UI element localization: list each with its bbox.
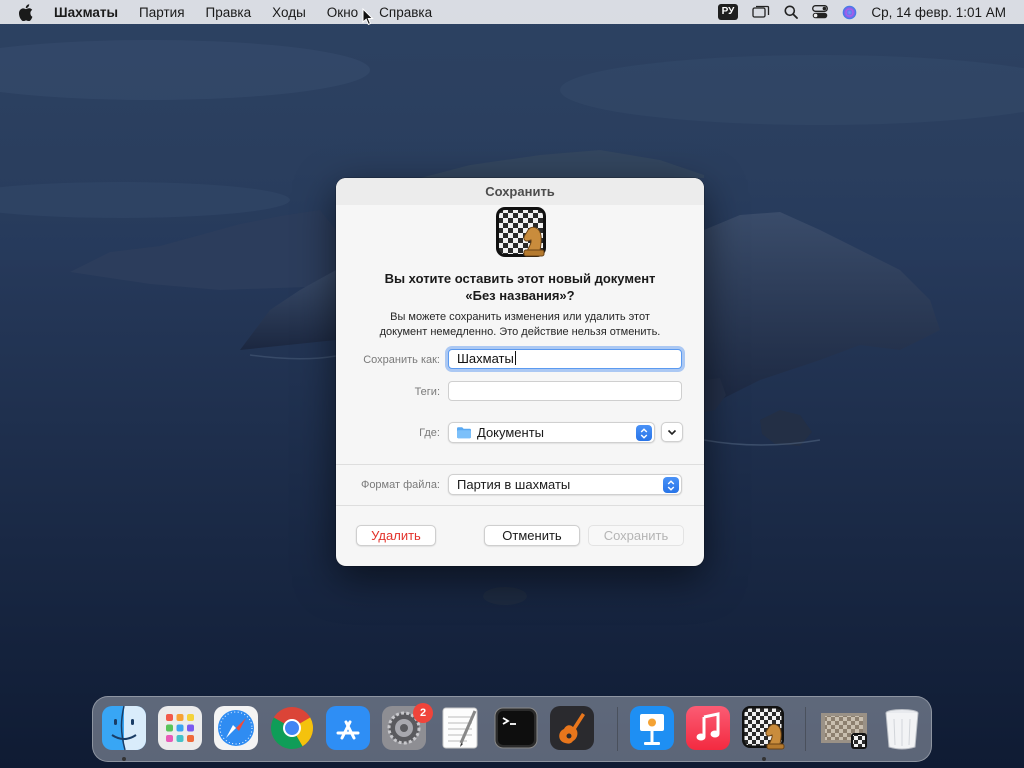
where-popup[interactable]: Документы (448, 422, 655, 443)
launchpad-icon[interactable] (157, 705, 203, 751)
folder-icon (456, 426, 472, 439)
menu-help[interactable]: Справка (379, 5, 432, 20)
file-format-label: Формат файла: (360, 479, 440, 491)
message-line-1: Вы можете сохранить изменения или удалит… (390, 311, 650, 323)
tags-label: Теги: (414, 386, 440, 398)
textedit-icon[interactable] (437, 705, 483, 751)
save-as-label: Сохранить как: (363, 354, 440, 366)
dialog-title: Сохранить (336, 178, 704, 205)
file-format-popup[interactable]: Партия в шахматы (448, 474, 682, 495)
tags-input[interactable] (448, 381, 682, 401)
menu-bar: Шахматы Партия Правка Ходы Окно Справка … (0, 0, 1024, 24)
finder-icon[interactable] (101, 705, 147, 751)
dialog-headline: Вы хотите оставить этот новый документ «… (356, 270, 684, 304)
spotlight-search-icon[interactable] (784, 5, 799, 19)
save-as-value: Шахматы (457, 351, 514, 366)
dock-separator (805, 707, 806, 751)
delete-button[interactable]: Удалить (356, 525, 436, 546)
garageband-icon[interactable] (549, 705, 595, 751)
menu-game[interactable]: Партия (139, 5, 184, 20)
running-indicator (122, 757, 126, 761)
running-indicator (762, 757, 766, 761)
chevron-down-icon (667, 429, 677, 436)
popup-stepper-icon (636, 425, 652, 441)
headline-line-2: «Без названия»? (465, 288, 575, 303)
headline-line-1: Вы хотите оставить этот новый документ (384, 271, 656, 286)
safari-icon[interactable] (213, 705, 259, 751)
apple-menu-icon[interactable] (18, 3, 38, 21)
save-dialog: Сохранить Вы хотите оставить этот новый … (336, 178, 704, 566)
terminal-icon[interactable] (493, 705, 539, 751)
input-source-badge[interactable]: РУ (717, 4, 739, 20)
file-format-value: Партия в шахматы (457, 477, 571, 492)
message-line-2: документ немедленно. Это действие нельзя… (379, 326, 661, 338)
keynote-icon[interactable] (629, 705, 675, 751)
dock: 2 (92, 696, 932, 762)
expand-dialog-button[interactable] (661, 422, 683, 442)
chess-icon[interactable] (741, 705, 787, 751)
save-button[interactable]: Сохранить (588, 525, 684, 546)
siri-icon[interactable] (842, 5, 857, 20)
where-value: Документы (477, 425, 545, 440)
dialog-divider (336, 505, 704, 506)
menu-moves[interactable]: Ходы (272, 5, 306, 20)
control-center-icon[interactable] (812, 5, 829, 19)
music-icon[interactable] (685, 705, 731, 751)
trash-icon[interactable] (879, 705, 925, 751)
chess-window-thumbnail[interactable] (819, 705, 871, 751)
menu-app-name[interactable]: Шахматы (54, 5, 118, 20)
app-store-icon[interactable] (325, 705, 371, 751)
save-as-input[interactable]: Шахматы (448, 349, 682, 369)
menu-edit[interactable]: Правка (206, 5, 252, 20)
mouse-pointer-icon (362, 7, 374, 31)
text-caret (514, 351, 516, 365)
menu-bar-clock[interactable]: Ср, 14 февр. 1:01 AM (871, 5, 1006, 20)
dialog-divider (336, 464, 704, 465)
dock-separator (617, 707, 618, 751)
notification-badge: 2 (413, 703, 433, 723)
dialog-message: Вы можете сохранить изменения или удалит… (356, 310, 684, 340)
menu-window[interactable]: Окно (327, 5, 358, 20)
chrome-icon[interactable] (269, 705, 315, 751)
cancel-button[interactable]: Отменить (484, 525, 580, 546)
mission-control-icon[interactable] (752, 5, 770, 19)
where-label: Где: (419, 427, 440, 439)
chess-app-icon (494, 206, 550, 260)
popup-stepper-icon (663, 477, 679, 493)
